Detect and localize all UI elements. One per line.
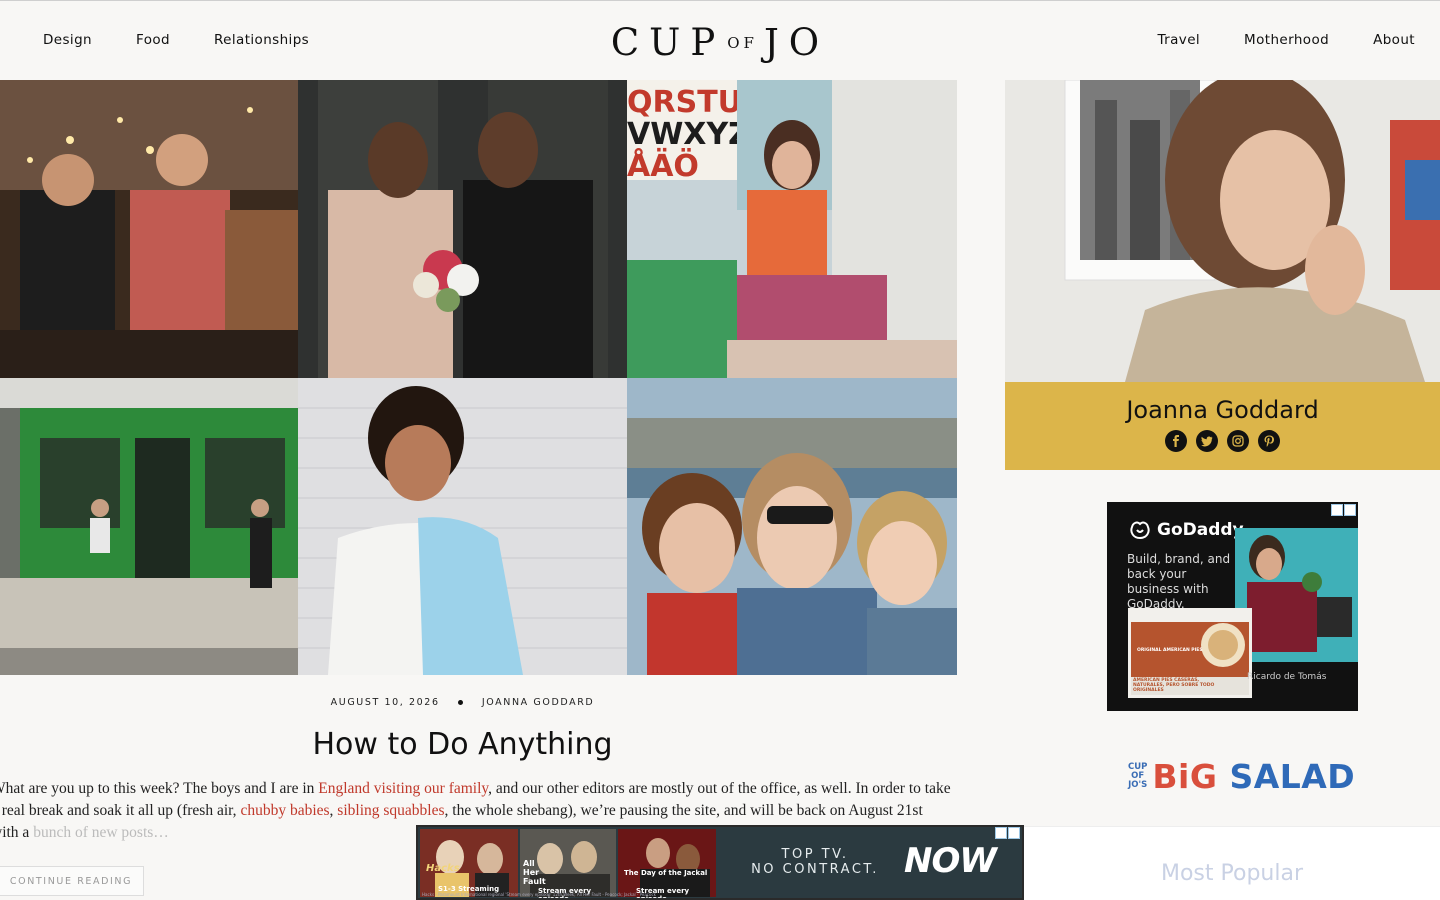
ad-choices-badge[interactable]	[1331, 504, 1356, 516]
ad-choices-icon[interactable]	[1331, 504, 1343, 516]
nav-about[interactable]: About	[1373, 32, 1415, 48]
woman-with-alphabet-poster-photo: QRSTU VWXYZ ÅÄÖ	[627, 80, 957, 378]
link-chubby-babies[interactable]: chubby babies	[240, 802, 329, 819]
site-logo[interactable]: CUP OF JO	[611, 21, 829, 64]
facebook-icon[interactable]	[1165, 430, 1187, 452]
ad-panel-jackal: The Day of the Jackal Stream every episo…	[618, 829, 716, 898]
twitter-icon[interactable]	[1196, 430, 1218, 452]
godaddy-ad[interactable]: GoDaddy Build, brand, and back your busi…	[1107, 502, 1358, 711]
ad-mock-title: ORIGINAL AMERICAN PIES	[1137, 648, 1203, 653]
post-title[interactable]: How to Do Anything	[0, 727, 925, 762]
nav-design[interactable]: Design	[43, 32, 92, 48]
ad-credit: Ricardo de Tomás	[1247, 672, 1327, 682]
bs-salad: SALAD	[1229, 757, 1356, 796]
svg-text:ÅÄÖ: ÅÄÖ	[627, 147, 699, 184]
logo-of: OF	[727, 33, 758, 52]
link-england-visiting-family[interactable]: England visiting our family	[318, 780, 488, 797]
post-photo-collage[interactable]: QRSTU VWXYZ ÅÄÖ	[0, 80, 957, 675]
nav-left: Design Food Relationships	[43, 32, 309, 48]
bs-big: BiG	[1152, 757, 1218, 796]
banner-ad-close-icon[interactable]	[1008, 827, 1020, 839]
profile-photo[interactable]	[1005, 80, 1440, 382]
svg-text:VWXYZ: VWXYZ	[627, 117, 750, 152]
most-popular-section: Most Popular	[1024, 826, 1440, 900]
post-author[interactable]: JOANNA GODDARD	[482, 697, 594, 708]
green-cafe-storefront-photo	[0, 378, 298, 675]
link-sibling-squabbles[interactable]: sibling squabbles	[337, 802, 444, 819]
ad-copy-text: TOP TV. NO CONTRACT.	[750, 847, 880, 877]
panel-hacks-title: Hacks	[426, 863, 460, 874]
logo-jo: JO	[763, 21, 830, 64]
laughing-woman-blue-dress-photo	[298, 378, 627, 675]
nav-travel[interactable]: Travel	[1158, 32, 1201, 48]
ad-legal-text: Hacks - Paramount International regional…	[422, 892, 656, 897]
instagram-icon[interactable]	[1227, 430, 1249, 452]
now-logo: NOW	[904, 841, 997, 881]
site-header: Design Food Relationships CUP OF JO Trav…	[0, 0, 1440, 80]
big-salad-small-text: CUP OF JO'S	[1128, 763, 1147, 790]
nav-relationships[interactable]: Relationships	[214, 32, 309, 48]
pinterest-icon[interactable]	[1258, 430, 1280, 452]
bs-jos: JO'S	[1128, 780, 1148, 790]
social-links	[1005, 430, 1440, 452]
panel-all-her-fault-title: All Her Fault	[523, 859, 546, 886]
profile-name[interactable]: Joanna Goddard	[1005, 396, 1440, 424]
logo-cup: CUP	[610, 21, 726, 64]
party-dance-photo	[0, 80, 298, 378]
wedding-couple-photo	[298, 80, 627, 378]
post-date: AUGUST 10, 2026	[330, 697, 440, 708]
svg-text:QRSTU: QRSTU	[627, 85, 742, 120]
ad-close-icon[interactable]	[1344, 504, 1356, 516]
big-salad-logo[interactable]: CUP OF JO'S BiG SALAD	[1128, 757, 1355, 796]
big-salad-wordmark: BiG SALAD	[1152, 757, 1355, 796]
panel-jackal-title: The Day of the Jackal	[624, 869, 708, 877]
now-tv-banner-ad[interactable]: Hacks S1-3 Streaming All Her Fault Strea…	[416, 825, 1024, 900]
ad-panel-all-her-fault: All Her Fault Stream every episode	[520, 829, 616, 898]
post-meta: AUGUST 10, 2026 JOANNA GODDARD	[0, 697, 925, 708]
excerpt-text-1: What are you up to this week? The boys a…	[0, 780, 319, 797]
nav-food[interactable]: Food	[136, 32, 170, 48]
meta-separator-dot	[458, 700, 464, 705]
profile-band: Joanna Goddard	[1005, 382, 1440, 470]
most-popular-heading: Most Popular	[1160, 861, 1303, 886]
banner-ad-choices-icon[interactable]	[995, 827, 1007, 839]
ad-copy-line2: NO CONTRACT.	[751, 862, 879, 877]
ad-copy-line1: TOP TV.	[781, 847, 849, 862]
family-selfie-photo	[627, 378, 957, 675]
ad-panel-hacks: Hacks S1-3 Streaming	[420, 829, 518, 897]
nav-motherhood[interactable]: Motherhood	[1244, 32, 1329, 48]
continue-reading-button[interactable]: CONTINUE READING	[0, 866, 144, 896]
nav-right: Travel Motherhood About	[1158, 32, 1415, 48]
excerpt-text-5: bunch of new posts…	[33, 824, 169, 841]
ad-mock-sub: AMERICAN PIES CASERAS, NATURALES, PERO S…	[1133, 678, 1215, 693]
banner-ad-choices-badge[interactable]	[995, 827, 1020, 839]
